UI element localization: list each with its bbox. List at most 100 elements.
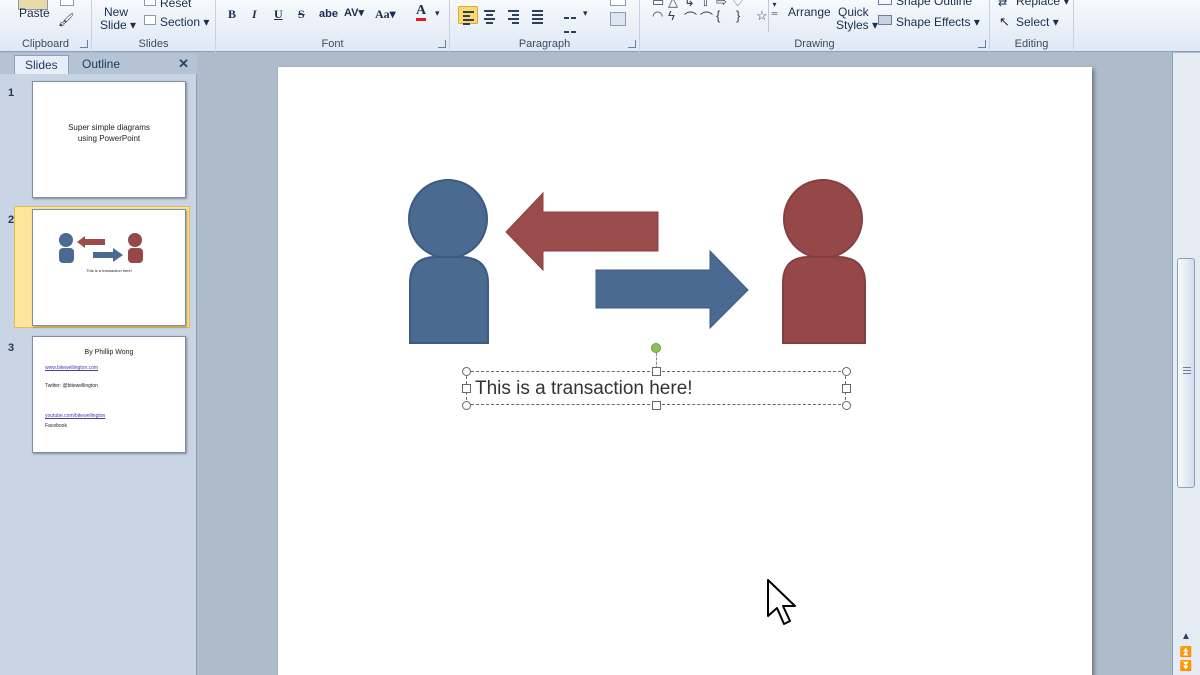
red-person-shape[interactable]	[782, 179, 866, 344]
copy-icon[interactable]	[60, 0, 74, 6]
drawing-launcher-icon[interactable]	[978, 40, 986, 48]
align-right-icon[interactable]	[504, 6, 524, 24]
quick-styles-button[interactable]: Styles ▾	[836, 18, 878, 32]
resize-handle-bottom-right[interactable]	[842, 401, 851, 410]
paste-button[interactable]: Paste	[19, 6, 50, 20]
resize-handle-bottom-left[interactable]	[462, 401, 471, 410]
previous-slide-icon[interactable]: ⏫	[1177, 647, 1195, 661]
blue-person-shape[interactable]	[408, 179, 489, 344]
font-color-dropdown[interactable]: ▾	[435, 8, 440, 19]
drawing-group: ▭ △ ↳ ⇧ ⇨ ♡ ◠ ϟ ⌒ ⌒ { } ☆ ▾ ═ Arrange Qui…	[640, 0, 990, 52]
tab-slides[interactable]: Slides	[14, 55, 69, 74]
paragraph-launcher-icon[interactable]	[628, 40, 636, 48]
resize-handle-top[interactable]	[652, 367, 661, 376]
shape-effects-icon	[878, 15, 892, 25]
resize-handle-top-left[interactable]	[462, 367, 471, 376]
replace-icon: ⇄	[998, 0, 1008, 9]
slide-canvas[interactable]: This is a transaction here!	[278, 67, 1092, 675]
select-icon: ↖	[999, 14, 1010, 29]
bold-button[interactable]: B	[228, 7, 236, 22]
editing-group: ⇄ Replace ▾ ↖ Select ▾ Editing	[990, 0, 1074, 52]
scroll-up-icon[interactable]: ▲	[1177, 631, 1195, 645]
select-label: Select	[1016, 15, 1050, 29]
resize-handle-right[interactable]	[842, 384, 851, 393]
rotation-handle[interactable]	[651, 343, 661, 353]
close-pane-icon[interactable]: ✕	[178, 56, 189, 72]
drawing-group-label: Drawing	[794, 38, 835, 50]
align-center-icon[interactable]	[480, 6, 500, 24]
mouse-cursor-icon	[767, 579, 796, 625]
replace-label: Replace	[1016, 0, 1061, 8]
paragraph-group: ▾ Paragraph	[450, 0, 640, 52]
section-button[interactable]: Section ▾	[160, 15, 209, 29]
replace-button[interactable]: Replace ▾	[1016, 0, 1069, 8]
section-icon	[144, 15, 156, 25]
shapes-gallery-icon[interactable]: ▭ △ ↳ ⇧ ⇨ ♡ ◠ ϟ ⌒ ⌒ { } ☆	[648, 0, 768, 32]
caption-textbox[interactable]: This is a transaction here!	[466, 371, 846, 405]
slide-thumbnail-3[interactable]: By Phillip Wong www.bitewellington.com T…	[32, 336, 186, 453]
paragraph-group-label: Paragraph	[518, 38, 571, 50]
font-color-icon[interactable]: A	[416, 4, 427, 21]
scrollbar-thumb[interactable]	[1177, 258, 1195, 488]
resize-handle-top-right[interactable]	[842, 367, 851, 376]
strikethrough-button[interactable]: S	[298, 7, 305, 22]
reset-button[interactable]: Reset	[160, 0, 191, 10]
quick-styles-label[interactable]: Quick	[838, 5, 869, 19]
justify-icon[interactable]	[528, 6, 548, 24]
change-case-label: Aa	[375, 7, 390, 21]
slide-number-1: 1	[8, 87, 15, 99]
font-group: B I U S abe AV▾ Aa▾ A ▾ Font	[216, 0, 450, 52]
next-slide-icon[interactable]: ⏬	[1177, 661, 1195, 675]
slide-number-3: 3	[8, 342, 15, 354]
new-slide-label-2: Slide	[100, 18, 127, 32]
shape-outline-button[interactable]: Shape Outline	[896, 0, 972, 8]
shapes-more-button[interactable]: ▾ ═	[768, 0, 780, 32]
resize-handle-bottom[interactable]	[652, 401, 661, 410]
slide-editing-area: This is a transaction here!	[198, 53, 1172, 675]
right-arrow-shape[interactable]	[595, 249, 749, 330]
shadow-button[interactable]: abe	[319, 8, 338, 20]
thumbnail-3-line-4: Facebook	[45, 423, 67, 429]
change-case-button[interactable]: Aa▾	[375, 7, 396, 22]
reset-icon[interactable]	[144, 0, 156, 6]
thumbnail-3-line-3: youtube.com/bitewellington	[45, 413, 106, 419]
tab-outline[interactable]: Outline	[72, 55, 130, 74]
thumbnail-3-title: By Phillip Wong	[84, 349, 134, 356]
resize-handle-left[interactable]	[462, 384, 471, 393]
clipboard-launcher-icon[interactable]	[80, 40, 88, 48]
slides-group-label: Slides	[138, 38, 169, 50]
shape-effects-label: Shape Effects	[896, 15, 971, 29]
select-button[interactable]: Select ▾	[1016, 15, 1059, 29]
text-direction-icon[interactable]	[610, 0, 626, 6]
new-slide-button[interactable]: Slide ▾	[100, 18, 136, 32]
smartart-icon[interactable]	[610, 12, 626, 26]
font-launcher-icon[interactable]	[438, 40, 446, 48]
caption-text[interactable]: This is a transaction here!	[475, 378, 693, 400]
slide-thumbnail-1[interactable]: Super simple diagrams using PowerPoint	[32, 81, 186, 198]
columns-dropdown[interactable]: ▾	[583, 8, 588, 19]
new-slide-label[interactable]: New	[104, 5, 128, 19]
thumbnail-3-line-2: Twitter: @bitewellington	[45, 383, 98, 389]
thumbnail-2-caption: This is a transaction here!	[86, 268, 132, 273]
italic-button[interactable]: I	[252, 7, 257, 22]
align-left-icon[interactable]	[458, 6, 478, 25]
quick-styles-label-2: Styles	[836, 18, 869, 32]
clipboard-group-label: Clipboard	[21, 38, 70, 50]
character-spacing-label: AV	[344, 7, 359, 19]
font-group-label: Font	[321, 38, 344, 50]
slide-thumbnail-2[interactable]: This is a transaction here!	[32, 209, 186, 326]
section-label: Section	[160, 15, 201, 29]
ribbon: Paste 🖌 Clipboard New Slide ▾ Reset Sect…	[0, 0, 1200, 52]
columns-icon[interactable]	[560, 6, 580, 33]
format-painter-icon[interactable]: 🖌	[58, 12, 75, 28]
left-arrow-shape[interactable]	[505, 191, 659, 272]
slide-diagram	[408, 179, 866, 344]
pane-tabs: Slides Outline ✕	[0, 53, 197, 74]
clipboard-group: Paste 🖌 Clipboard	[0, 0, 92, 52]
character-spacing-button[interactable]: AV▾	[344, 6, 364, 19]
shape-effects-button[interactable]: Shape Effects ▾	[896, 15, 980, 29]
underline-button[interactable]: U	[274, 7, 283, 22]
arrange-button[interactable]: Arrange	[788, 5, 831, 19]
vertical-scrollbar[interactable]: ▲ ⏫ ⏬	[1172, 53, 1200, 675]
editing-group-label: Editing	[1014, 38, 1049, 50]
